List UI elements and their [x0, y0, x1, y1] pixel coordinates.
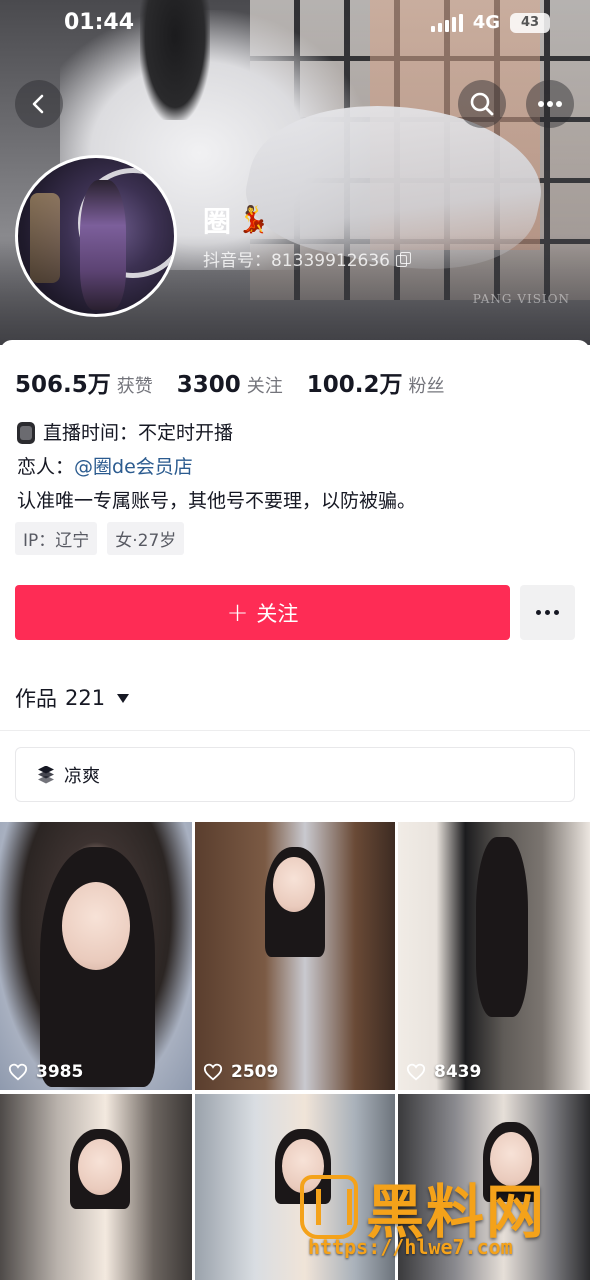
- video-thumbnail[interactable]: 2509: [195, 822, 395, 1090]
- status-time: 01:44: [64, 10, 135, 35]
- profile-nickname: 圈 💃: [203, 200, 269, 240]
- nickname-text: 圈: [203, 205, 232, 238]
- heart-icon: [203, 1063, 223, 1081]
- douyin-id[interactable]: 抖音号：81339912636: [203, 246, 411, 271]
- heart-icon: [406, 1063, 426, 1081]
- signal-icon: [430, 13, 463, 32]
- avatar[interactable]: [15, 155, 177, 317]
- stat-label: 粉丝: [408, 376, 445, 397]
- works-count: 221: [65, 686, 106, 710]
- stat-followers[interactable]: 100.2万 粉丝: [307, 365, 445, 399]
- tag-ip: IP：辽宁: [15, 522, 98, 555]
- bio-line-warning: 认准唯一专属账号，其他号不要理，以防被骗。: [17, 484, 416, 518]
- stat-label: 获赞: [116, 376, 153, 397]
- video-thumbnail[interactable]: 3985: [0, 822, 192, 1090]
- video-thumbnail[interactable]: 8439: [398, 822, 590, 1090]
- stat-value: 3300: [176, 372, 241, 398]
- copy-icon[interactable]: [395, 251, 411, 267]
- follow-label: 关注: [256, 601, 299, 626]
- back-button[interactable]: [15, 80, 63, 128]
- likes-count: 8439: [434, 1062, 482, 1082]
- stat-following[interactable]: 3300 关注: [177, 372, 283, 398]
- tag-gender-age: 女·27岁: [107, 522, 185, 555]
- video-likes: 3985: [8, 1062, 83, 1082]
- bio-live-text: 直播时间：不定时开播: [43, 422, 234, 444]
- bio-warning-text: 认准唯一专属账号，其他号不要理，以防被骗。: [17, 490, 417, 512]
- video-thumbnail[interactable]: [0, 1094, 192, 1280]
- site-logo-icon: [300, 1175, 358, 1239]
- site-watermark: 黑料网 https://hlwe7.com: [300, 1165, 570, 1265]
- status-indicators: 4G 43: [430, 12, 550, 33]
- caret-down-icon: [117, 693, 130, 703]
- douyin-id-text: 抖音号：81339912636: [203, 251, 390, 271]
- divider: [0, 730, 590, 731]
- watch-icon: [17, 422, 35, 444]
- likes-count: 3985: [36, 1062, 84, 1082]
- bio-line-lover: 恋人： @圈de会员店: [17, 450, 416, 484]
- network-type: 4G: [472, 12, 500, 33]
- profile-tags: IP：辽宁 女·27岁: [15, 522, 185, 555]
- cover-hair: [140, 0, 210, 120]
- chevron-left-icon: [32, 94, 44, 114]
- works-tab[interactable]: 作品 221: [15, 683, 130, 713]
- search-button[interactable]: [458, 80, 506, 128]
- cover-watermark: PANG VISION: [472, 292, 570, 306]
- video-likes: 8439: [406, 1062, 481, 1082]
- profile-bio: 直播时间：不定时开播 恋人： @圈de会员店 认准唯一专属账号，其他号不要理，以…: [17, 416, 416, 518]
- stat-value: 506.5万: [15, 372, 111, 398]
- follow-button[interactable]: + 关注: [15, 585, 510, 640]
- stat-label: 关注: [246, 376, 283, 397]
- header-more-button[interactable]: [526, 80, 574, 128]
- video-likes: 2509: [203, 1062, 278, 1082]
- battery-icon: 43: [510, 12, 550, 33]
- layers-icon: [36, 765, 56, 785]
- collection-card[interactable]: 凉爽: [15, 747, 575, 802]
- heart-icon: [8, 1063, 28, 1081]
- works-label: 作品: [15, 687, 57, 711]
- more-options-button[interactable]: [520, 585, 575, 640]
- likes-count: 2509: [231, 1062, 279, 1082]
- bio-line-live: 直播时间：不定时开播: [17, 416, 416, 450]
- stat-value: 100.2万: [306, 372, 403, 398]
- stat-likes[interactable]: 506.5万 获赞: [15, 365, 153, 399]
- more-horizontal-icon: [538, 101, 562, 107]
- collection-label: 凉爽: [64, 765, 100, 787]
- bio-lover-label: 恋人：: [17, 456, 75, 478]
- dancer-emoji-icon: 💃: [237, 205, 270, 235]
- profile-panel: 506.5万 获赞 3300 关注 100.2万 粉丝 直播时间：不定时开播 恋…: [0, 340, 590, 1280]
- plus-icon: +: [226, 597, 249, 628]
- battery-level: 43: [520, 15, 540, 30]
- site-watermark-url: https://hlwe7.com: [308, 1235, 513, 1259]
- bio-mention-link[interactable]: @圈de会员店: [74, 450, 193, 484]
- search-icon: [470, 92, 494, 116]
- profile-stats: 506.5万 获赞 3300 关注 100.2万 粉丝: [15, 365, 469, 399]
